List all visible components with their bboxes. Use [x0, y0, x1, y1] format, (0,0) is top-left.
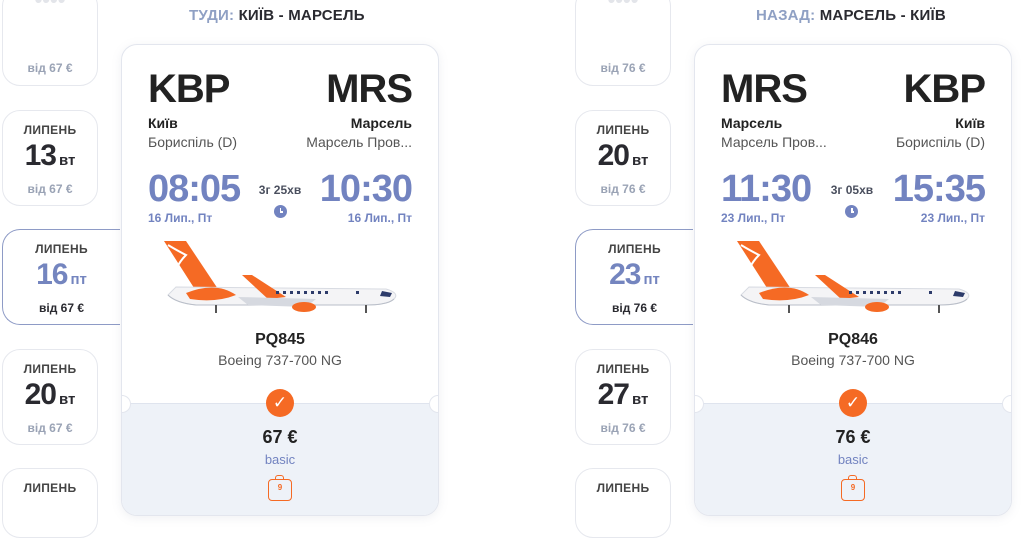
date-month: ЛИПЕНЬ: [23, 123, 77, 137]
date-month: ЛИПЕНЬ: [23, 481, 77, 495]
departure-time: 08:05: [148, 168, 241, 210]
arrival-time: 15:35: [892, 168, 986, 210]
date-weekday: пт: [70, 271, 87, 288]
date-weekday: вт: [59, 152, 76, 169]
baggage-weight: 9: [277, 483, 283, 492]
date-weekday: вт: [632, 152, 649, 169]
date-day: 16: [36, 258, 68, 291]
departure-city: Київ: [148, 115, 178, 131]
date-price: від 76 €: [600, 182, 646, 196]
date-price: від 76 €: [600, 61, 646, 75]
fare-price: 67 €: [262, 427, 298, 447]
date-month: ЛИПЕНЬ: [596, 481, 650, 495]
date-weekday: вт: [632, 391, 649, 408]
return-label: НАЗАД:: [756, 7, 816, 24]
return-route: МАРСЕЛЬ - КИЇВ: [819, 7, 946, 24]
arrival-code: MRS: [326, 67, 413, 111]
check-icon[interactable]: ✓: [266, 389, 294, 417]
date-month: ЛИПЕНЬ: [608, 242, 661, 256]
outbound-label: ТУДИ:: [189, 7, 235, 24]
date-card-return-prev[interactable]: •••• від 76 €: [575, 0, 671, 86]
departure-code: KBP: [148, 67, 230, 111]
flight-number: PQ846: [828, 331, 878, 348]
date-card-outbound-next[interactable]: ЛИПЕНЬ: [2, 468, 98, 538]
check-icon[interactable]: ✓: [839, 389, 867, 417]
baggage-icon: 9: [268, 475, 292, 501]
outbound-route: КИЇВ - МАРСЕЛЬ: [238, 7, 365, 24]
fare-price: 76 €: [835, 427, 871, 447]
date-card-outbound-16-selected[interactable]: ЛИПЕНЬ 16 пт від 67 €: [2, 229, 120, 325]
arrival-city: Марсель: [350, 115, 412, 131]
arrival-time: 10:30: [319, 168, 413, 210]
date-month: ЛИПЕНЬ: [596, 123, 650, 137]
date-day: 23: [609, 258, 641, 291]
arrival-code: KBP: [903, 67, 986, 111]
aircraft-type: Boeing 737-700 NG: [791, 352, 915, 368]
date-weekday: вт: [59, 391, 76, 408]
date-card-return-20[interactable]: ЛИПЕНЬ 20 вт від 76 €: [575, 110, 671, 206]
outbound-title: ТУДИ: КИЇВ - МАРСЕЛЬ: [189, 7, 365, 24]
arrival-city: Київ: [955, 115, 985, 131]
date-weekday: пт: [643, 271, 660, 288]
date-price: від 76 €: [611, 301, 658, 315]
date-month: ЛИПЕНЬ: [23, 362, 77, 376]
flight-card-outbound[interactable]: KBP MRS Київ Марсель Бориспіль (D) Марсе…: [121, 44, 439, 516]
date-price: від 67 €: [38, 301, 85, 315]
return-title: НАЗАД: МАРСЕЛЬ - КИЇВ: [756, 7, 946, 24]
arrival-airport: Бориспіль (D): [895, 134, 985, 150]
flight-number: PQ845: [255, 331, 305, 348]
date-price: від 67 €: [27, 61, 73, 75]
date-card-outbound-20[interactable]: ЛИПЕНЬ 20 вт від 67 €: [2, 349, 98, 445]
airplane-image: [164, 241, 397, 313]
date-card-return-23-selected[interactable]: ЛИПЕНЬ 23 пт від 76 €: [575, 229, 693, 325]
flight-card-return[interactable]: MRS KBP Марсель Київ Марсель Пров... Бор…: [694, 44, 1012, 516]
departure-code: MRS: [721, 67, 808, 111]
date-price: від 67 €: [27, 182, 73, 196]
date-ghost: ••••: [576, 0, 670, 13]
date-card-return-next[interactable]: ЛИПЕНЬ: [575, 468, 671, 538]
departure-date: 23 Лип., Пт: [721, 211, 786, 225]
flight-duration: 3г 25хв: [258, 183, 302, 197]
date-day: 13: [24, 139, 57, 172]
arrival-date: 16 Лип., Пт: [347, 211, 412, 225]
date-card-outbound-13[interactable]: ЛИПЕНЬ 13 вт від 67 €: [2, 110, 98, 206]
date-card-outbound-prev[interactable]: •••• від 67 €: [2, 0, 98, 86]
date-card-return-27[interactable]: ЛИПЕНЬ 27 вт від 76 €: [575, 349, 671, 445]
departure-airport: Бориспіль (D): [148, 134, 238, 150]
fare-tariff: basic: [264, 452, 296, 467]
flight-duration: 3г 05хв: [830, 183, 874, 197]
baggage-icon: 9: [841, 475, 865, 501]
baggage-weight: 9: [850, 483, 856, 492]
date-ghost: ••••: [3, 0, 97, 13]
departure-airport: Марсель Пров...: [721, 134, 827, 150]
date-month: ЛИПЕНЬ: [596, 362, 650, 376]
departure-city: Марсель: [721, 115, 783, 131]
arrival-date: 23 Лип., Пт: [920, 211, 985, 225]
date-day: 20: [597, 139, 630, 172]
airplane-image: [737, 241, 970, 313]
arrival-airport: Марсель Пров...: [306, 134, 412, 150]
date-day: 20: [24, 378, 57, 411]
departure-date: 16 Лип., Пт: [148, 211, 213, 225]
date-month: ЛИПЕНЬ: [35, 242, 88, 256]
departure-time: 11:30: [721, 168, 812, 210]
date-price: від 76 €: [600, 421, 646, 435]
aircraft-type: Boeing 737-700 NG: [218, 352, 342, 368]
date-day: 27: [597, 378, 630, 411]
fare-tariff: basic: [837, 452, 869, 467]
date-price: від 67 €: [27, 421, 73, 435]
